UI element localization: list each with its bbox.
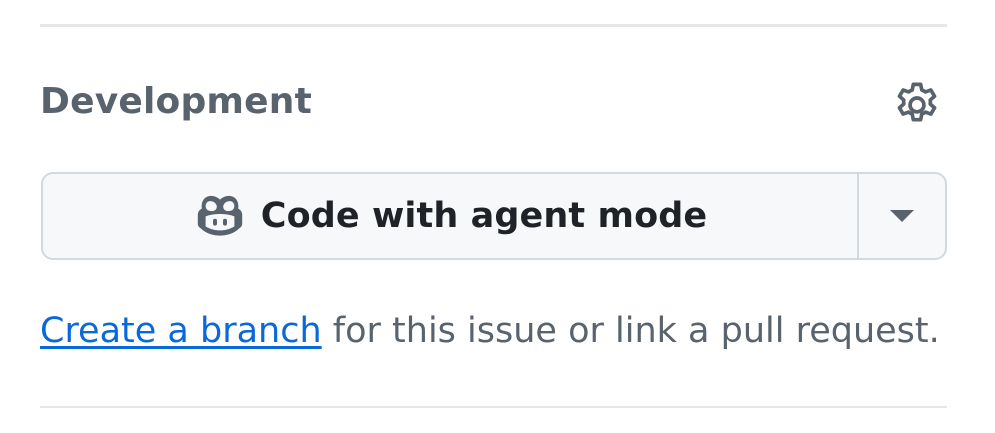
top-divider: [40, 24, 947, 27]
agent-button-label: Code with agent mode: [260, 196, 708, 236]
gear-icon: [897, 82, 937, 122]
agent-split-button: Code with agent mode: [41, 172, 947, 260]
description-rest: for this issue or link a pull request.: [321, 311, 940, 351]
triangle-down-icon: [890, 210, 914, 222]
development-description: Create a branch for this issue or link a…: [40, 308, 940, 354]
code-with-agent-button[interactable]: Code with agent mode: [43, 174, 857, 258]
section-title: Development: [40, 81, 312, 122]
create-branch-link[interactable]: Create a branch: [40, 311, 322, 351]
agent-dropdown-button[interactable]: [859, 174, 945, 258]
development-settings-button[interactable]: [888, 74, 946, 132]
bottom-divider: [40, 406, 947, 408]
copilot-icon: [197, 195, 242, 236]
